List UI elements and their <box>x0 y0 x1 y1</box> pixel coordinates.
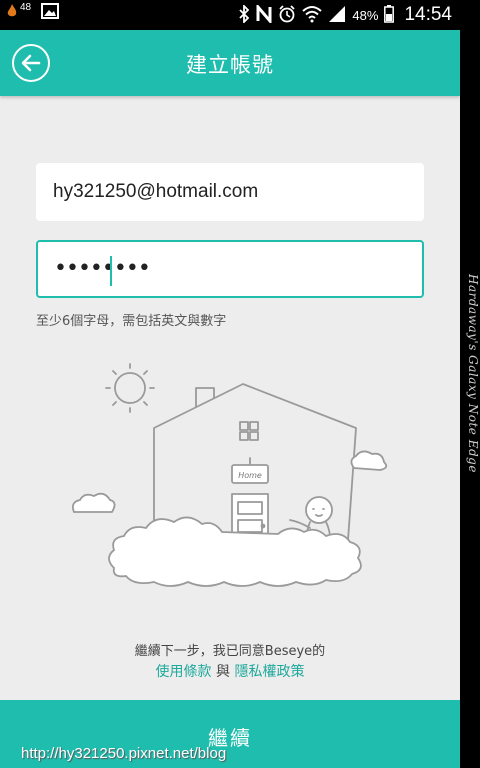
app-bar: 建立帳號 <box>0 30 460 96</box>
password-field[interactable]: •••••••• <box>36 240 424 298</box>
battery-percent: 48% <box>352 7 379 23</box>
password-hint: 至少6個字母，需包括英文與數字 <box>36 314 227 329</box>
email-value: hy321250@hotmail.com <box>53 181 259 202</box>
terms-notice: 繼續下一步，我已同意Beseye的 <box>134 644 326 659</box>
image-icon <box>41 3 60 24</box>
terms-links-row: 使用條款 與 隱私權政策 <box>0 661 460 681</box>
fire-icon <box>6 3 18 24</box>
house-illustration: Home <box>71 363 388 587</box>
wifi-icon <box>302 5 323 26</box>
watermark-url: http://hy321250.pixnet.net/blog <box>21 745 227 762</box>
signal-icon <box>328 5 346 26</box>
edge-caption: Hardaway's Galaxy Note Edge <box>466 274 480 473</box>
battery-icon <box>384 4 395 26</box>
alarm-icon <box>278 4 296 26</box>
app-screen: 48 48% 14:54 建立帳號 hy321250@hotmail.com •… <box>0 0 460 768</box>
clock: 14:54 <box>404 4 452 25</box>
privacy-policy-link[interactable]: 隱私權政策 <box>234 664 304 680</box>
home-sign-text: Home <box>238 471 262 480</box>
bluetooth-icon <box>238 3 250 26</box>
nfc-icon <box>256 2 272 26</box>
text-caret <box>110 256 112 286</box>
terms-and-text: 與 <box>216 664 230 680</box>
terms-of-use-link[interactable]: 使用條款 <box>156 664 212 680</box>
password-value: •••••••• <box>54 256 151 281</box>
status-bar: 48 48% 14:54 <box>0 0 460 30</box>
page-title: 建立帳號 <box>186 53 274 77</box>
email-field[interactable]: hy321250@hotmail.com <box>36 163 424 221</box>
notification-badge: 48 <box>20 2 32 13</box>
